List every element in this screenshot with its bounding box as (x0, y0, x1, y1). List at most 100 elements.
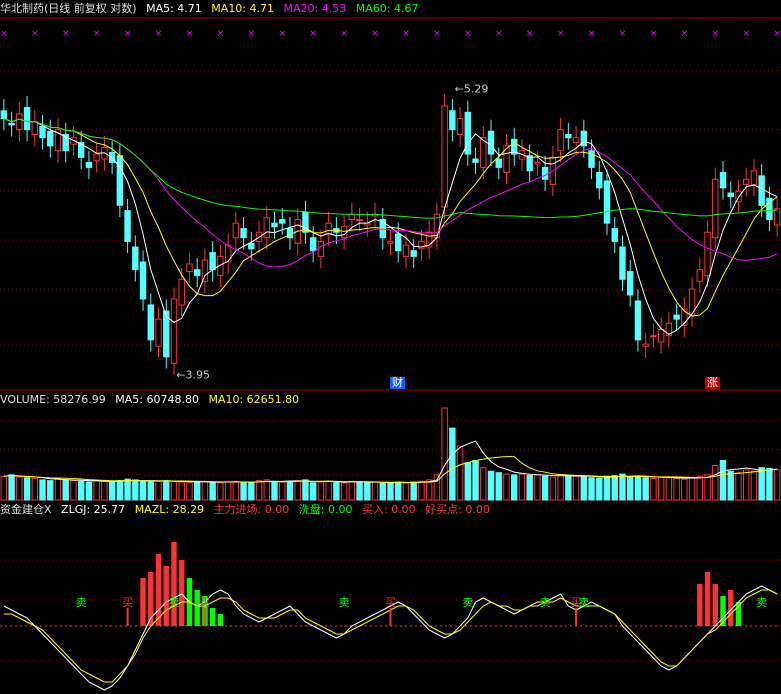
volume-bar (719, 459, 727, 501)
candle-body (441, 105, 448, 208)
candle-body (712, 178, 719, 239)
volume-bar (611, 475, 618, 501)
volume-bar (456, 445, 464, 501)
volume-bar (704, 474, 711, 501)
candle-body (596, 171, 603, 189)
volume-bar (155, 480, 162, 501)
volume-bar (116, 480, 124, 501)
sell-signal-label: 卖 (756, 596, 767, 609)
marker-x: × (557, 29, 565, 39)
indicator-panel-header: 资金建仓X ZLGJ: 25.77 MAZL: 28.29 主力进场: 0.00… (0, 503, 496, 517)
volume-bar (325, 480, 332, 501)
sell-signal-label: 卖 (168, 596, 179, 609)
volume-bar (503, 473, 510, 501)
volume-bar (665, 477, 673, 501)
marker-x: × (217, 29, 225, 39)
candle-body (627, 271, 634, 296)
volume-bar (480, 467, 487, 501)
volume-bar (596, 477, 603, 501)
volume-bar (201, 480, 209, 501)
volume-bar (541, 475, 549, 501)
volume-bar (147, 481, 154, 501)
volume-bar (101, 480, 108, 501)
volume-bar (317, 481, 325, 501)
volume-bar (348, 480, 356, 501)
volume-bar (441, 407, 448, 501)
candle-body (395, 233, 402, 252)
volume-bar (619, 473, 626, 501)
volume-bar (139, 480, 147, 501)
candle-body (325, 222, 332, 235)
volume-bar (464, 462, 472, 501)
volume-bar (31, 477, 39, 501)
candle-body (472, 158, 479, 163)
candle-body (170, 298, 178, 364)
volume-bar (170, 480, 178, 501)
volume-bar (565, 475, 572, 501)
candle-body (387, 240, 394, 244)
volume-bar (286, 480, 294, 501)
limit-up-badge[interactable]: 涨 (705, 377, 720, 389)
candle-body (263, 217, 270, 239)
volume-bar (371, 481, 379, 501)
candle-body (673, 314, 680, 320)
candle-body (0, 110, 8, 120)
volume-bar (580, 476, 588, 501)
volume-bar (47, 480, 54, 501)
sell-bar (209, 608, 216, 626)
candle-body (449, 110, 456, 131)
volume-bar (526, 475, 533, 501)
volume-bar (418, 480, 425, 501)
volume-bar (39, 479, 46, 501)
candle-body (565, 133, 572, 139)
candle-body (696, 269, 704, 282)
buy-signal-label: 买 (122, 596, 133, 609)
candle-body (132, 246, 139, 271)
volume-bar (742, 469, 750, 501)
candle-body (193, 269, 201, 276)
volume-bar (302, 479, 309, 501)
volume-bar (395, 481, 402, 501)
volume-bar (758, 467, 765, 501)
volume-bar (271, 480, 278, 501)
volume-bar (108, 481, 116, 501)
volume-bar (495, 472, 502, 501)
volume-bar (518, 473, 526, 501)
candle-body (186, 263, 193, 273)
candle-body (201, 259, 209, 282)
buy-signal-label: 买 (385, 596, 396, 609)
volume-bar (425, 479, 433, 501)
candle-body (248, 242, 255, 250)
volume-bar (634, 475, 642, 501)
volume-bar (309, 482, 317, 501)
marker-x: × (433, 29, 441, 39)
candle-body (750, 170, 758, 185)
volume-bar (572, 475, 580, 501)
ma20-readout: MA20: 4.53 (283, 2, 347, 15)
buy-bar (140, 578, 146, 626)
volume-bar (410, 481, 417, 501)
candle-body (124, 210, 131, 242)
chart-canvas[interactable]: × × × × × × × × × × × × × × × × × × × × × × × × × × ←5.29 ←3.95 卖 买 卖 买… (0, 0, 781, 694)
candle-body (603, 180, 611, 224)
volume-bar (472, 459, 479, 501)
volume-bar (209, 481, 216, 501)
volume-bar (193, 481, 201, 501)
buy-bar (712, 584, 718, 626)
volume-bar (186, 482, 193, 501)
candle-body (209, 252, 216, 271)
volume-bar (364, 482, 371, 501)
finance-badge[interactable]: 财 (390, 377, 405, 389)
buy-signal-label: 买 (199, 596, 210, 609)
marker-x: × (526, 29, 534, 39)
candle-body (634, 300, 642, 341)
candle-body (704, 231, 711, 276)
volume-ma10-readout: MA10: 62651.80 (208, 393, 300, 406)
marker-x: × (0, 29, 8, 39)
xp-readout: 洗盘: 0.00 (298, 503, 353, 516)
candle-body (31, 121, 39, 135)
marker-x: × (371, 29, 379, 39)
marker-x: × (588, 29, 596, 39)
buy-bar (155, 554, 162, 626)
candle-body (418, 240, 425, 250)
